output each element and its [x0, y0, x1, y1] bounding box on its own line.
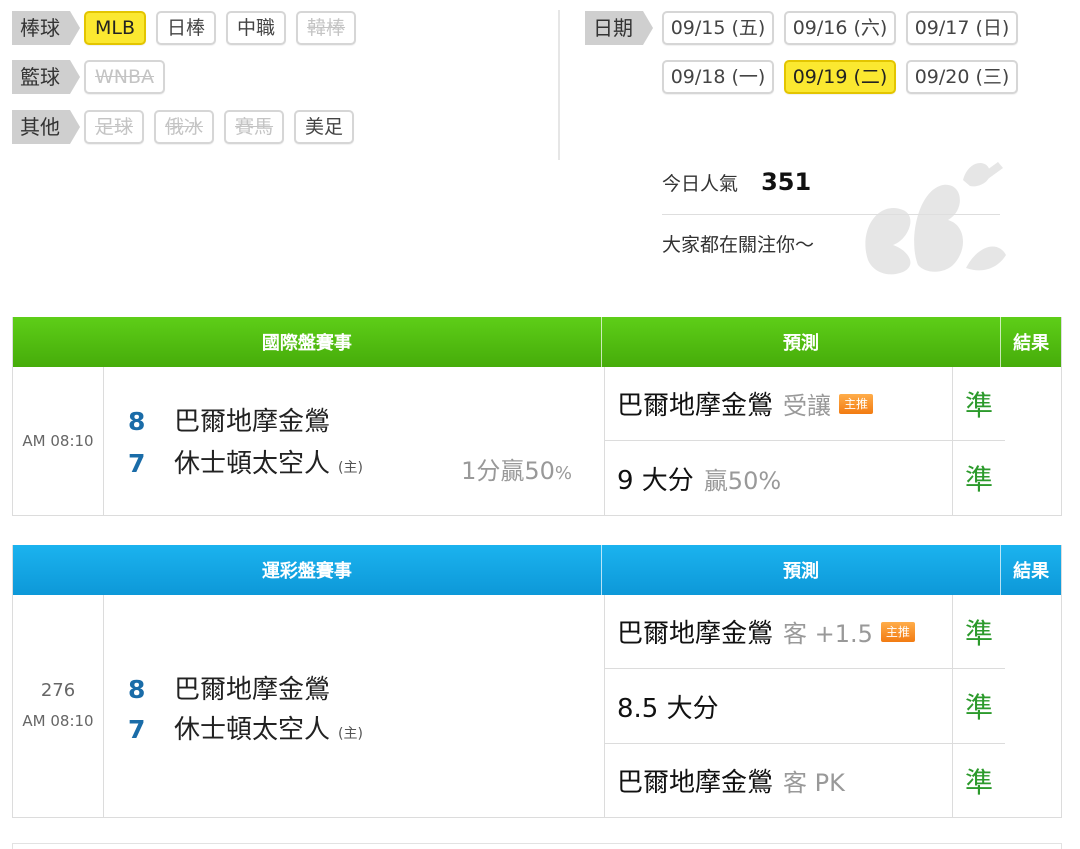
match-time-cell: 276 AM 08:10 — [13, 595, 104, 817]
prediction-main: 9 大分 — [617, 465, 694, 496]
away-team-name[interactable]: 巴爾地摩金鶯 — [174, 401, 330, 438]
category-tag-baseball: 棒球 — [12, 11, 80, 45]
prediction-row: 巴爾地摩金鶯 客 +1.5 主推 準 — [605, 595, 1005, 669]
chip-soccer: 足球 — [84, 110, 145, 144]
prediction-row: 巴爾地摩金鶯 受讓 主推 準 — [605, 367, 1005, 441]
filter-row-baseball: 棒球 MLB 日棒 中職 韓棒 — [12, 11, 366, 45]
result-cell: 準 — [964, 765, 993, 799]
prediction-row: 8.5 大分 準 — [605, 669, 1005, 744]
away-team: 8 巴爾地摩金鶯 — [128, 669, 330, 706]
popularity-line: 今日人氣 351 — [662, 168, 1000, 196]
prediction-cell: 巴爾地摩金鶯 受讓 主推 — [605, 367, 953, 440]
chip-horse-racing: 賽馬 — [224, 110, 285, 144]
prediction-main: 巴爾地摩金鶯 — [617, 619, 774, 649]
result-cell: 準 — [964, 616, 993, 650]
date-chip-0916[interactable]: 09/16 (六) — [784, 11, 896, 45]
lottery-table-header: 運彩盤賽事 預測 結果 — [13, 545, 1061, 595]
prediction-main: 巴爾地摩金鶯 — [617, 768, 774, 798]
home-marker: (主) — [338, 460, 363, 476]
popularity-subtitle: 大家都在關注你～ — [662, 234, 815, 256]
prediction-cell: 巴爾地摩金鶯 客 PK — [605, 744, 953, 817]
prediction-cell: 9 大分 贏50% — [605, 441, 953, 515]
home-score: 7 — [128, 715, 146, 744]
date-chip-0915[interactable]: 09/15 (五) — [662, 11, 774, 45]
result-cell: 準 — [964, 691, 993, 724]
match-number: 276 — [40, 680, 76, 701]
header-event: 運彩盤賽事 — [13, 545, 602, 595]
header-event: 國際盤賽事 — [13, 317, 602, 367]
lottery-table: 運彩盤賽事 預測 結果 276 AM 08:10 8 巴爾地摩金鶯 7 休士頓太… — [12, 545, 1062, 818]
prediction-row: 9 大分 贏50% 準 — [605, 441, 1005, 515]
filter-row-basketball: 籃球 WNBA — [12, 60, 175, 94]
chip-nfl[interactable]: 美足 — [294, 110, 355, 144]
filter-row-other: 其他 足球 俄冰 賽馬 美足 — [12, 110, 364, 144]
away-team-name[interactable]: 巴爾地摩金鶯 — [174, 669, 330, 706]
prediction-detail: 受讓 — [783, 392, 832, 420]
date-chip-0920[interactable]: 09/20 (三) — [906, 60, 1018, 94]
date-chip-0917[interactable]: 09/17 (日) — [906, 11, 1018, 45]
match-odds-text: 1分贏50 — [461, 457, 555, 485]
international-table: 國際盤賽事 預測 結果 AM 08:10 8 巴爾地摩金鶯 7 休士頓太空人 (… — [12, 317, 1062, 516]
date-label-row: 日期 — [585, 11, 657, 45]
category-tag-other: 其他 — [12, 110, 80, 144]
prediction-cell: 8.5 大分 — [605, 669, 953, 743]
chip-npb[interactable]: 日棒 — [156, 11, 217, 45]
international-table-header: 國際盤賽事 預測 結果 — [13, 317, 1061, 367]
match-time-cell: AM 08:10 — [13, 367, 104, 515]
result-cell: 準 — [964, 388, 993, 422]
category-tag-basketball: 籃球 — [12, 60, 80, 94]
popularity-panel: 今日人氣 351 大家都在關注你～ — [662, 168, 1000, 256]
header-prediction: 預測 — [602, 317, 1002, 367]
match-teams-cell: 8 巴爾地摩金鶯 7 休士頓太空人 (主) — [104, 595, 605, 817]
prediction-column: 巴爾地摩金鶯 受讓 主推 準 9 大分 贏50% 準 — [605, 367, 1005, 515]
away-team: 8 巴爾地摩金鶯 — [128, 401, 330, 438]
home-team: 7 休士頓太空人 (主) — [128, 709, 363, 746]
popularity-label: 今日人氣 — [662, 173, 739, 195]
date-row-2: 09/18 (一) 09/19 (二) 09/20 (三) — [662, 60, 1028, 94]
away-score: 8 — [128, 675, 146, 704]
match-odds: 1分贏50% — [461, 451, 572, 486]
chip-kbo: 韓棒 — [296, 11, 357, 45]
prediction-cell: 巴爾地摩金鶯 客 +1.5 主推 — [605, 595, 953, 668]
prediction-main: 巴爾地摩金鶯 — [617, 391, 774, 421]
home-team: 7 休士頓太空人 (主) — [128, 443, 363, 480]
date-chip-0918[interactable]: 09/18 (一) — [662, 60, 774, 94]
header-prediction: 預測 — [602, 545, 1002, 595]
featured-badge: 主推 — [839, 393, 874, 414]
prediction-detail: 贏50% — [703, 466, 782, 495]
home-team-name[interactable]: 休士頓太空人 — [174, 709, 330, 746]
header-result: 結果 — [1013, 561, 1050, 582]
away-score: 8 — [128, 407, 146, 436]
result-cell: 準 — [964, 463, 993, 496]
match-time: AM 08:10 — [22, 712, 94, 730]
lottery-match-row: 276 AM 08:10 8 巴爾地摩金鶯 7 休士頓太空人 (主) 巴爾地摩金… — [13, 595, 1061, 817]
prediction-row: 巴爾地摩金鶯 客 PK 準 — [605, 744, 1005, 817]
chip-khl: 俄冰 — [154, 110, 215, 144]
chip-cpbl[interactable]: 中職 — [226, 11, 287, 45]
match-time: AM 08:10 — [22, 431, 94, 450]
date-row-1: 09/15 (五) 09/16 (六) 09/17 (日) — [662, 11, 1028, 45]
home-marker: (主) — [338, 726, 363, 742]
next-table-edge — [12, 843, 1062, 849]
home-score: 7 — [128, 449, 146, 478]
popularity-count: 351 — [761, 168, 812, 196]
filter-divider — [558, 10, 560, 160]
prediction-detail: 客 +1.5 — [783, 620, 873, 648]
chip-mlb[interactable]: MLB — [84, 11, 147, 45]
match-odds-unit: % — [554, 463, 572, 484]
prediction-detail: 客 PK — [783, 769, 845, 797]
chip-wnba: WNBA — [84, 60, 166, 94]
featured-badge: 主推 — [880, 621, 915, 642]
prediction-main: 8.5 大分 — [617, 693, 719, 724]
home-team-name[interactable]: 休士頓太空人 — [174, 443, 330, 480]
prediction-column: 巴爾地摩金鶯 客 +1.5 主推 準 8.5 大分 準 巴爾地摩金鶯 客 PK … — [605, 595, 1005, 817]
international-match-row: AM 08:10 8 巴爾地摩金鶯 7 休士頓太空人 (主) 1分贏50% 巴爾… — [13, 367, 1061, 515]
popularity-divider — [662, 214, 1000, 215]
match-teams-cell: 8 巴爾地摩金鶯 7 休士頓太空人 (主) 1分贏50% — [104, 367, 605, 515]
header-result: 結果 — [1013, 333, 1050, 354]
date-chip-0919[interactable]: 09/19 (二) — [784, 60, 896, 94]
category-tag-date: 日期 — [585, 11, 653, 45]
